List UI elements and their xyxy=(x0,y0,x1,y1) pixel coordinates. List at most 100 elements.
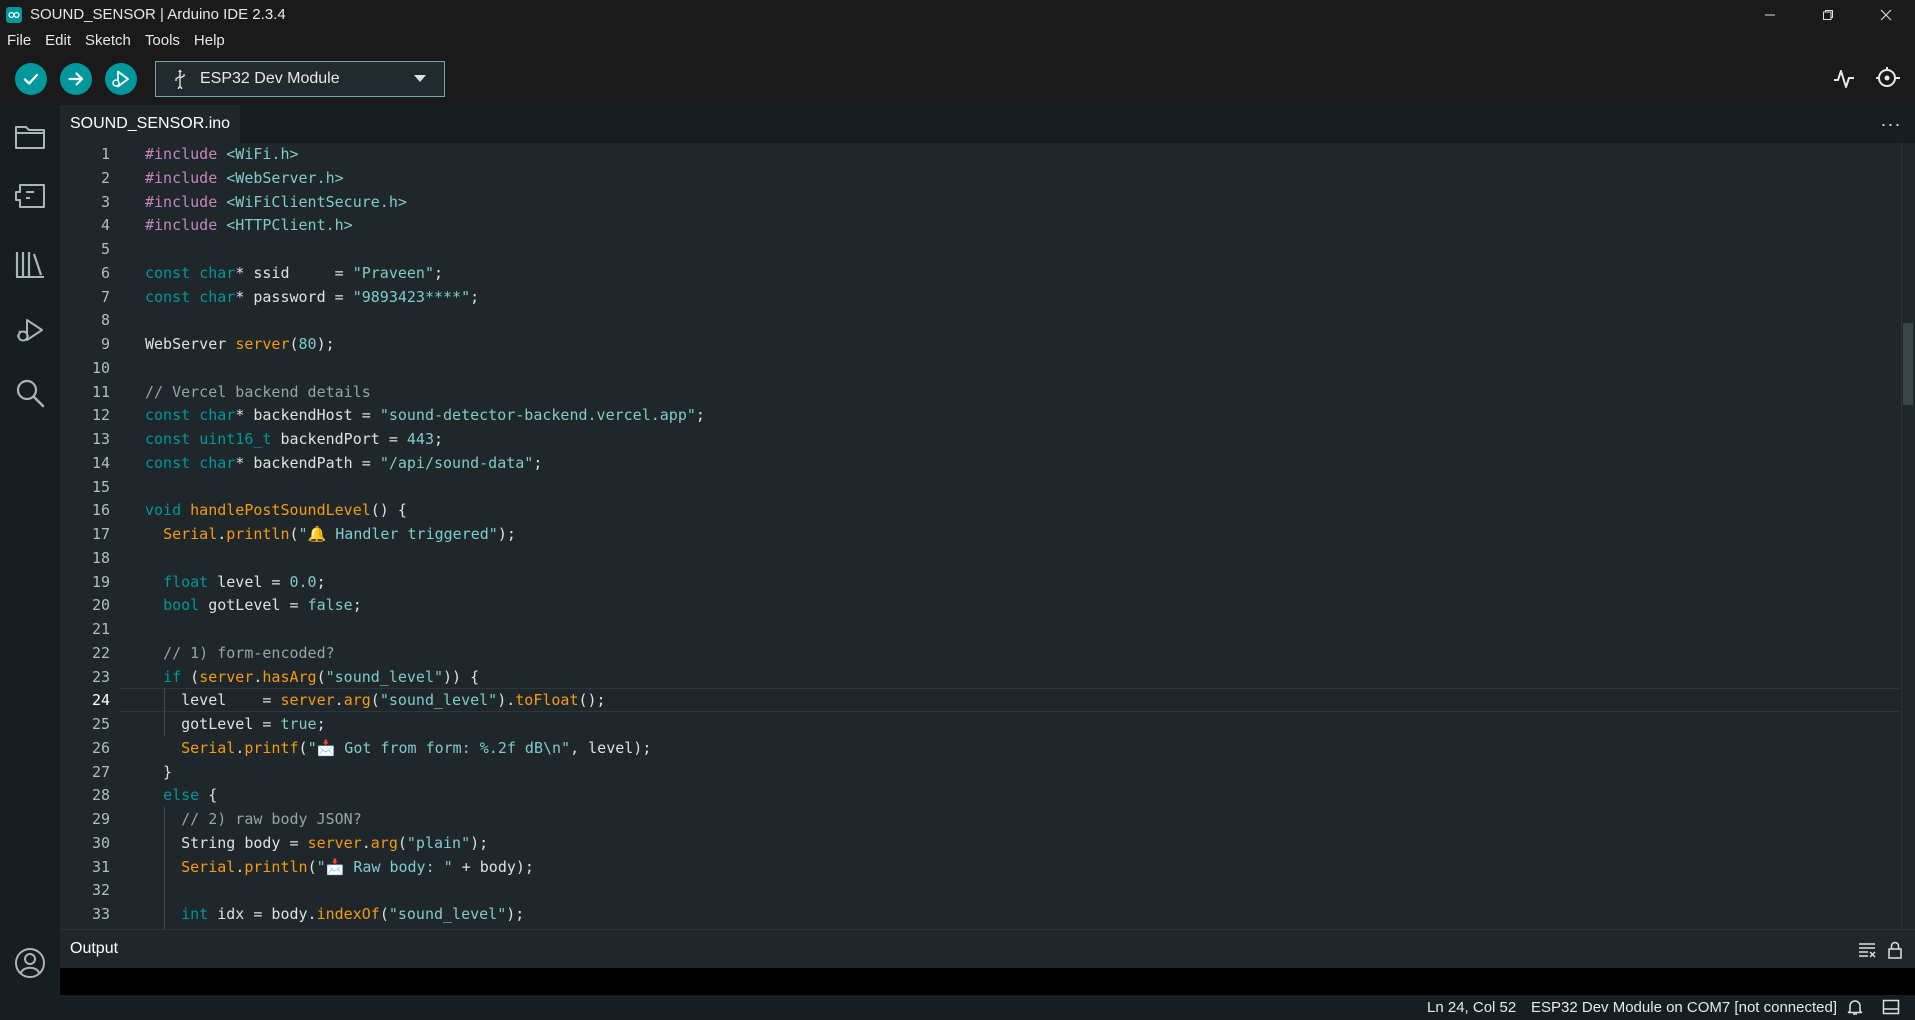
title-bar: SOUND_SENSOR | Arduino IDE 2.3.4 xyxy=(0,0,1915,29)
line-number: 4 xyxy=(100,216,110,235)
code-line[interactable]: bool gotLevel = false; xyxy=(145,594,362,618)
code-line[interactable]: float level = 0.0; xyxy=(145,571,326,595)
scroll-thumb[interactable] xyxy=(1903,323,1913,405)
menu-bar: File Edit Sketch Tools Help xyxy=(0,29,1915,53)
line-number: 7 xyxy=(100,287,110,306)
code-line[interactable]: const char* backendPath = "/api/sound-da… xyxy=(145,452,542,476)
usb-icon xyxy=(172,69,188,89)
output-panel-header: Output xyxy=(60,929,1915,968)
line-number: 15 xyxy=(91,477,110,496)
code-line[interactable]: WebServer server(80); xyxy=(145,333,335,357)
line-number: 13 xyxy=(91,430,110,448)
line-number: 30 xyxy=(91,833,110,852)
debug-button[interactable] xyxy=(105,63,137,95)
line-number: 2 xyxy=(100,168,110,187)
menu-help[interactable]: Help xyxy=(187,29,232,53)
minimize-button[interactable] xyxy=(1741,0,1799,29)
tab-sound-sensor[interactable]: SOUND_SENSOR.ino xyxy=(60,105,241,143)
line-number: 12 xyxy=(91,406,110,425)
code-line[interactable]: // Vercel backend details xyxy=(145,381,371,405)
board-selector[interactable]: ESP32 Dev Module xyxy=(155,61,445,97)
line-number: 6 xyxy=(100,263,110,282)
code-line[interactable]: // 1) form-encoded? xyxy=(145,642,335,666)
code-line[interactable]: #include <WiFiClientSecure.h> xyxy=(145,191,407,215)
close-button[interactable] xyxy=(1857,0,1915,29)
checkmark-icon xyxy=(23,73,39,85)
debug-icon[interactable] xyxy=(12,313,48,349)
more-actions-icon[interactable]: ··· xyxy=(1879,114,1903,134)
board-manager-icon[interactable] xyxy=(12,178,48,214)
line-number: 10 xyxy=(91,358,110,377)
account-icon[interactable] xyxy=(12,945,48,981)
serial-plotter-button[interactable] xyxy=(1830,65,1858,93)
code-line[interactable]: const char* password = "9893423****"; xyxy=(145,286,479,310)
board-label: ESP32 Dev Module xyxy=(200,70,340,87)
search-icon[interactable] xyxy=(12,375,48,411)
line-number: 18 xyxy=(91,548,110,567)
code-line[interactable]: else { xyxy=(145,784,217,808)
monitor-icon xyxy=(1876,67,1900,87)
line-number: 14 xyxy=(91,453,110,472)
line-number: 33 xyxy=(91,905,110,923)
line-number: 21 xyxy=(91,620,110,638)
notifications-icon[interactable] xyxy=(1846,998,1864,1016)
code-editor[interactable]: 1 2 3 4 5 6 7 8 9 10 11 12 13 14 15 16 17 18 19 20 21 22 23 24 2… xyxy=(60,143,1915,929)
tab-label: SOUND_SENSOR.ino xyxy=(70,115,231,132)
folder-icon[interactable] xyxy=(12,119,48,155)
code-line[interactable]: int idx = body.indexOf("sound_level"); xyxy=(145,903,524,927)
code-line[interactable]: const uint16_t backendPort = 443; xyxy=(145,428,443,452)
cursor-position[interactable]: Ln 24, Col 52 xyxy=(1427,999,1516,1016)
line-number: 5 xyxy=(100,240,110,258)
code-line[interactable]: if (server.hasArg("sound_level")) { xyxy=(145,666,479,690)
status-bar: Ln 24, Col 52 ESP32 Dev Module on COM7 [… xyxy=(0,995,1915,1020)
upload-button[interactable] xyxy=(60,63,92,95)
board-status[interactable]: ESP32 Dev Module on COM7 [not connected] xyxy=(1531,999,1837,1016)
line-number: 24 xyxy=(91,691,110,710)
code-line[interactable]: gotLevel = true; xyxy=(145,713,326,737)
line-number-gutter: 1 2 3 4 5 6 7 8 9 10 11 12 13 14 15 16 17 18 19 20 21 22 23 24 2… xyxy=(60,143,122,929)
line-number: 31 xyxy=(91,857,110,876)
window-title: SOUND_SENSOR | Arduino IDE 2.3.4 xyxy=(30,6,286,23)
menu-sketch[interactable]: Sketch xyxy=(78,29,138,53)
editor-scrollbar[interactable] xyxy=(1901,143,1915,929)
menu-tools[interactable]: Tools xyxy=(138,29,187,53)
debug-icon xyxy=(112,70,129,88)
line-number: 23 xyxy=(91,667,110,686)
code-line[interactable]: Serial.println("🔔 Handler triggered"); xyxy=(145,523,516,547)
code-line[interactable]: const char* ssid = "Praveen"; xyxy=(145,262,443,286)
code-line[interactable]: level = server.arg("sound_level").toFloa… xyxy=(145,689,605,713)
clear-output-icon[interactable] xyxy=(1857,940,1877,960)
line-number: 28 xyxy=(91,786,110,805)
restore-button[interactable] xyxy=(1799,0,1857,29)
line-number: 26 xyxy=(91,738,110,757)
code-line[interactable]: #include <WiFi.h> xyxy=(145,143,299,167)
chevron-down-icon xyxy=(414,75,426,82)
menu-edit[interactable]: Edit xyxy=(38,29,78,53)
code-line[interactable]: } xyxy=(145,761,172,785)
code-line[interactable]: Serial.printf("📩 Got from form: %.2f dB\… xyxy=(145,737,651,761)
line-number: 27 xyxy=(91,762,110,781)
line-number: 17 xyxy=(91,525,110,543)
verify-button[interactable] xyxy=(15,63,47,95)
library-icon[interactable] xyxy=(12,246,48,282)
code-line[interactable]: // 2) raw body JSON? xyxy=(145,808,362,832)
line-number: 16 xyxy=(91,501,110,520)
output-console[interactable] xyxy=(60,968,1915,995)
code-line[interactable]: void handlePostSoundLevel() { xyxy=(145,499,407,523)
code-line[interactable]: const char* backendHost = "sound-detecto… xyxy=(145,404,705,428)
code-line[interactable]: #include <HTTPClient.h> xyxy=(145,214,353,238)
code-line[interactable]: Serial.println("📩 Raw body: " + body); xyxy=(145,856,534,880)
code-line[interactable]: #include <WebServer.h> xyxy=(145,167,344,191)
code-line[interactable]: String body = server.arg("plain"); xyxy=(145,832,488,856)
line-number: 1 xyxy=(100,145,110,163)
line-number: 29 xyxy=(91,810,110,828)
lock-icon[interactable] xyxy=(1885,940,1905,960)
toolbar: ESP32 Dev Module xyxy=(0,53,1915,105)
activity-sidebar xyxy=(0,105,60,1020)
menu-file[interactable]: File xyxy=(0,29,38,53)
serial-monitor-button[interactable] xyxy=(1874,65,1902,93)
output-title: Output xyxy=(70,940,119,957)
line-number: 11 xyxy=(91,382,110,401)
toggle-panel-icon[interactable] xyxy=(1882,998,1900,1016)
arduino-logo-icon xyxy=(6,6,22,23)
